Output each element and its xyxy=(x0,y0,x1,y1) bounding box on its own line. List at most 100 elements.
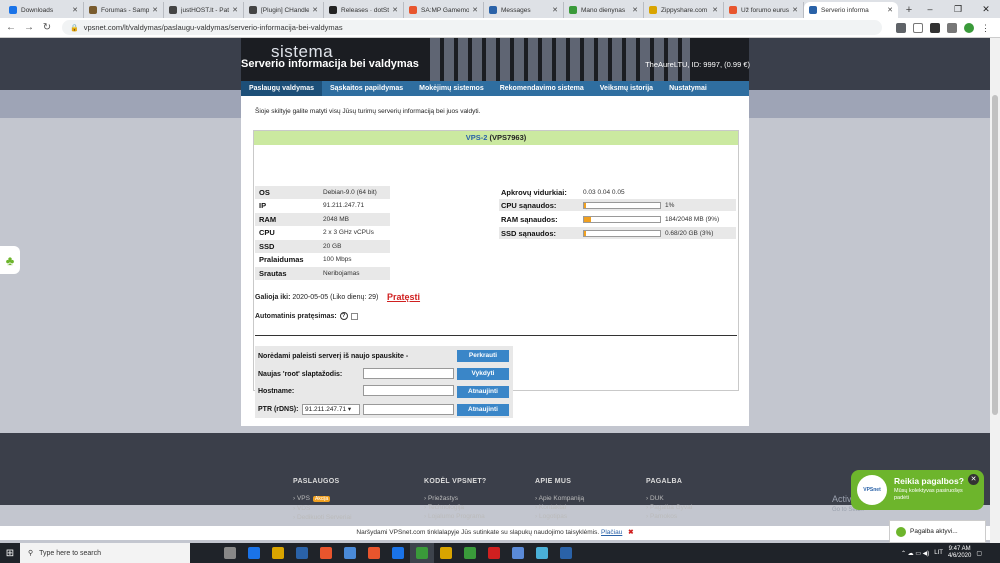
taskbar-app-icon[interactable] xyxy=(434,543,458,563)
taskbar-app-icon[interactable] xyxy=(458,543,482,563)
taskbar-app-icon[interactable] xyxy=(530,543,554,563)
hostname-input[interactable] xyxy=(363,385,454,396)
footer-link[interactable]: › Dedikuoti Serveriai xyxy=(293,513,352,522)
back-icon[interactable]: ← xyxy=(4,22,18,33)
tab-close-icon[interactable]: ✕ xyxy=(712,6,718,14)
renew-link[interactable]: Pratęsti xyxy=(387,292,420,302)
maximize-button[interactable]: ❐ xyxy=(944,0,972,18)
taskbar-app-icon[interactable] xyxy=(314,543,338,563)
new-tab-button[interactable]: + xyxy=(902,2,916,18)
browser-tab[interactable]: Serverio informa ✕ xyxy=(804,2,898,18)
taskbar-app-icon[interactable] xyxy=(338,543,362,563)
valid-until-value: 2020-05-05 (Liko dienų: 29) xyxy=(292,294,379,301)
footer-link[interactable]: › VDS xyxy=(293,504,352,513)
footer-link[interactable]: › Priežastys xyxy=(424,494,487,503)
bookmark-star-icon[interactable] xyxy=(913,22,923,33)
tab-close-icon[interactable]: ✕ xyxy=(632,6,638,14)
taskbar-app-icon[interactable] xyxy=(242,543,266,563)
tab-close-icon[interactable]: ✕ xyxy=(792,6,798,14)
taskbar-search[interactable]: ⚲ Type here to search xyxy=(20,543,190,563)
browser-tab[interactable]: Forumas - Samp ✕ xyxy=(84,2,164,18)
footer-link[interactable]: › Logotipas xyxy=(535,512,584,521)
app-glyph xyxy=(248,547,260,559)
clock[interactable]: 9:47 AM 4/6/2020 xyxy=(948,546,971,560)
browser-tab[interactable]: justHOST.lt - Pat ✕ xyxy=(164,2,244,18)
footer-link[interactable]: › Technologija xyxy=(424,503,487,512)
browser-tab[interactable]: Downloads ✕ xyxy=(4,2,84,18)
auto-renew-checkbox[interactable] xyxy=(350,312,358,320)
cookie-close-icon[interactable]: ✖ xyxy=(628,529,633,536)
tab-close-icon[interactable]: ✕ xyxy=(232,6,238,14)
extension-icon-2[interactable] xyxy=(947,22,957,33)
cookie-more-link[interactable]: Plačiau xyxy=(601,529,622,536)
app-glyph xyxy=(536,547,548,559)
taskbar-app-icon[interactable] xyxy=(386,543,410,563)
menu-kebab-icon[interactable]: ⋮ xyxy=(981,23,990,33)
profile-avatar[interactable] xyxy=(964,22,974,33)
translate-icon[interactable] xyxy=(896,22,906,33)
help-widget[interactable]: VPSnet Reikia pagalbos? Mūsų kolektyvas … xyxy=(851,470,984,510)
tab-close-icon[interactable]: ✕ xyxy=(312,6,318,14)
tab-close-icon[interactable]: ✕ xyxy=(72,6,78,14)
live-chat-button[interactable]: Pagalba aktyvi... xyxy=(889,520,986,543)
taskbar-app-icon[interactable] xyxy=(410,543,434,563)
taskbar-app-icon[interactable] xyxy=(554,543,578,563)
windows-start-icon[interactable]: ⊞ xyxy=(0,543,20,563)
taskbar-app-icon[interactable] xyxy=(290,543,314,563)
taskbar-app-icon[interactable] xyxy=(266,543,290,563)
footer-link[interactable]: › DUK xyxy=(646,494,692,503)
hostname-update-button[interactable]: Atnaujinti xyxy=(457,386,509,398)
tab-history[interactable]: Veiksmų istorija xyxy=(592,81,661,96)
tab-payment-systems[interactable]: Mokėjimų sistemos xyxy=(411,81,492,96)
side-widget-icon[interactable]: ♣ xyxy=(0,246,20,274)
reload-icon[interactable]: ↻ xyxy=(40,22,54,33)
tab-settings[interactable]: Nustatymai xyxy=(661,81,715,96)
forward-icon[interactable]: → xyxy=(22,22,36,33)
footer-link[interactable]: › Apie Kompaniją xyxy=(535,494,584,503)
tab-close-icon[interactable]: ✕ xyxy=(552,6,558,14)
footer-link[interactable]: › Lojalumo Programa xyxy=(424,512,487,521)
tab-close-icon[interactable]: ✕ xyxy=(152,6,158,14)
browser-tab[interactable]: Releases · dotSt ✕ xyxy=(324,2,404,18)
tab-close-icon[interactable]: ✕ xyxy=(472,6,478,14)
footer-link[interactable]: › Kontaktai xyxy=(535,503,584,512)
tab-top-up[interactable]: Sąskaitos papildymas xyxy=(322,81,411,96)
tab-services[interactable]: Paslaugų valdymas xyxy=(241,81,322,96)
footer-link[interactable]: › Pamokos xyxy=(646,512,692,521)
tab-close-icon[interactable]: ✕ xyxy=(887,6,893,14)
taskbar-app-icon[interactable] xyxy=(506,543,530,563)
input-language[interactable]: LIT xyxy=(934,550,943,556)
taskbar-app-icon[interactable] xyxy=(218,543,242,563)
cpu-usage-bar xyxy=(583,201,661,209)
url-field[interactable]: 🔒 vpsnet.com/lt/valdymas/paslaugu-valdym… xyxy=(62,20,882,35)
root-password-input[interactable] xyxy=(363,368,454,379)
ptr-update-button[interactable]: Atnaujinti xyxy=(457,404,509,416)
notifications-icon[interactable]: ▢ xyxy=(976,550,982,557)
scrollbar-thumb[interactable] xyxy=(992,95,998,415)
browser-tab[interactable]: Už forumo eurus ✕ xyxy=(724,2,804,18)
tab-close-icon[interactable]: ✕ xyxy=(392,6,398,14)
help-widget-close-icon[interactable]: ✕ xyxy=(968,474,979,485)
root-password-submit-button[interactable]: Vykdyti xyxy=(457,368,509,380)
ptr-input[interactable] xyxy=(363,404,454,415)
taskbar-app-icon[interactable] xyxy=(362,543,386,563)
footer-link[interactable]: › VPS Akcija xyxy=(293,494,352,504)
help-icon[interactable]: ? xyxy=(339,312,348,320)
close-window-button[interactable]: ✕ xyxy=(972,0,1000,18)
minimize-button[interactable]: – xyxy=(916,0,944,18)
browser-tab[interactable]: SA:MP Gamemo ✕ xyxy=(404,2,484,18)
usage-value: 0.68/20 GB (3%) xyxy=(665,229,714,237)
extension-icon[interactable] xyxy=(930,22,940,33)
footer-link[interactable]: › Pagalba Gyvai xyxy=(646,503,692,512)
browser-tab[interactable]: Messages ✕ xyxy=(484,2,564,18)
tray-icons[interactable]: ⌃ ☁ ▭ ◀) xyxy=(901,550,929,557)
restart-button[interactable]: Perkrauti xyxy=(457,350,509,362)
taskbar-app-icon[interactable] xyxy=(482,543,506,563)
browser-tab[interactable]: Zippyshare.com ✕ xyxy=(644,2,724,18)
tab-referral[interactable]: Rekomendavimo sistema xyxy=(492,81,592,96)
browser-tab[interactable]: Mano dienynas ✕ xyxy=(564,2,644,18)
server-name[interactable]: VPS-2 xyxy=(466,133,488,142)
app-glyph xyxy=(464,547,476,559)
browser-tab[interactable]: [Plugin] CHandle ✕ xyxy=(244,2,324,18)
ptr-ip-select[interactable]: 91.211.247.71 ▾ xyxy=(302,404,360,415)
